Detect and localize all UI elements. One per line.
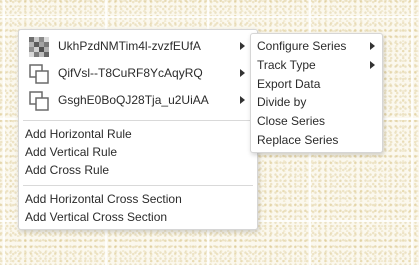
menu-item-label: Add Vertical Rule (25, 145, 118, 159)
close-series-item[interactable]: Close Series (251, 112, 382, 130)
series-label: QifVsl--T8CuRF8YcAqyRQ (58, 66, 203, 80)
series-label: GsghE0BoQJ28Tja_u2UiAA (58, 93, 209, 107)
menu-item-label: Add Horizontal Cross Section (25, 192, 182, 206)
series-label: UkhPzdNMTim4l-zvzfEUfA (58, 39, 201, 53)
configure-series-item[interactable]: Configure Series (251, 37, 382, 55)
series-submenu: Configure Series Track Type Export Data … (250, 33, 383, 153)
series-item[interactable]: UkhPzdNMTim4l-zvzfEUfA (19, 33, 257, 59)
add-horizontal-cross-section-item[interactable]: Add Horizontal Cross Section (19, 190, 257, 208)
add-horizontal-rule-item[interactable]: Add Horizontal Rule (19, 125, 257, 143)
menu-item-label: Export Data (257, 77, 321, 91)
track-type-item[interactable]: Track Type (251, 56, 382, 74)
add-vertical-cross-section-item[interactable]: Add Vertical Cross Section (19, 208, 257, 226)
chevron-right-icon (370, 61, 375, 69)
context-menu: UkhPzdNMTim4l-zvzfEUfA QifVsl--T8CuRF8Yc… (18, 29, 258, 230)
menu-item-label: Divide by (257, 95, 307, 109)
menu-divider (23, 120, 253, 121)
menu-item-label: Configure Series (257, 39, 347, 53)
add-cross-rule-item[interactable]: Add Cross Rule (19, 161, 257, 179)
menu-item-label: Replace Series (257, 133, 339, 147)
overlay-series-icon (29, 64, 49, 84)
chart-background: { "context_menu": { "series": [ {"label"… (0, 0, 419, 265)
divide-by-item[interactable]: Divide by (251, 93, 382, 111)
menu-item-label: Track Type (257, 58, 316, 72)
chevron-right-icon (240, 96, 245, 104)
menu-item-label: Add Vertical Cross Section (25, 210, 168, 224)
series-item[interactable]: QifVsl--T8CuRF8YcAqyRQ (19, 60, 257, 86)
chevron-right-icon (240, 42, 245, 50)
add-vertical-rule-item[interactable]: Add Vertical Rule (19, 143, 257, 161)
checker-series-icon (29, 37, 49, 57)
menu-item-label: Add Horizontal Rule (25, 127, 132, 141)
export-data-item[interactable]: Export Data (251, 75, 382, 93)
chevron-right-icon (370, 42, 375, 50)
replace-series-item[interactable]: Replace Series (251, 131, 382, 149)
series-item[interactable]: GsghE0BoQJ28Tja_u2UiAA (19, 87, 257, 113)
menu-item-label: Close Series (257, 114, 326, 128)
overlay-series-icon (29, 91, 49, 111)
menu-item-label: Add Cross Rule (25, 163, 110, 177)
menu-divider (23, 185, 253, 186)
chevron-right-icon (240, 69, 245, 77)
